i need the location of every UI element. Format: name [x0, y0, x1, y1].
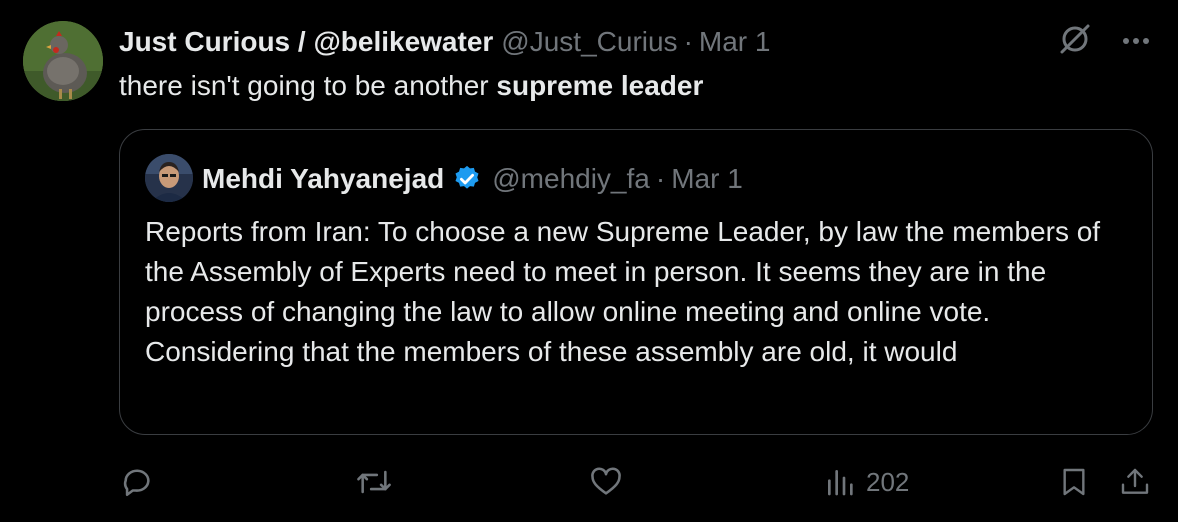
like-icon — [589, 465, 623, 499]
separator-dot: · — [683, 26, 693, 57]
share-button[interactable] — [1119, 460, 1151, 504]
action-bar: 202 — [0, 460, 1178, 504]
tweet-text-plain: there isn't going to be another — [119, 70, 497, 101]
chicken-avatar-icon — [23, 21, 103, 101]
views-button[interactable]: 202 — [824, 460, 909, 504]
quoted-author-handle[interactable]: @mehdiy_fa — [492, 163, 650, 195]
reply-button[interactable] — [120, 460, 154, 504]
author-display-name[interactable]: Just Curious / @belikewater — [119, 26, 493, 58]
tweet[interactable]: Just Curious / @belikewater @Just_Curius… — [0, 0, 1178, 522]
grok-icon[interactable] — [1058, 22, 1092, 61]
separator-dot: · — [655, 163, 666, 194]
views-count: 202 — [866, 466, 910, 497]
retweet-button[interactable] — [355, 460, 393, 504]
quoted-tweet-date[interactable]: Mar 1 — [671, 163, 743, 195]
retweet-icon — [355, 465, 393, 499]
bookmark-icon — [1058, 465, 1090, 499]
quoted-tweet[interactable]: Mehdi Yahyanejad @mehdiy_fa · Mar 1 Repo… — [119, 129, 1153, 435]
quoted-author-avatar[interactable] — [145, 154, 193, 202]
tweet-text: there isn't going to be another supreme … — [119, 68, 703, 104]
tweet-text-bold: supreme leader — [496, 70, 704, 101]
quoted-tweet-text: Reports from Iran: To choose a new Supre… — [145, 216, 1101, 367]
views-icon — [824, 466, 856, 498]
quoted-tweet-header: Mehdi Yahyanejad @mehdiy_fa · Mar 1 — [202, 161, 743, 197]
top-right-controls — [1058, 22, 1150, 61]
bookmark-button[interactable] — [1058, 460, 1090, 504]
share-icon — [1119, 465, 1151, 499]
verified-badge-icon[interactable] — [452, 164, 482, 194]
quoted-author-name[interactable]: Mehdi Yahyanejad — [202, 163, 444, 195]
tweet-header: Just Curious / @belikewater @Just_Curius… — [119, 25, 770, 59]
author-handle[interactable]: @Just_Curius — [501, 26, 677, 58]
reply-icon — [120, 465, 154, 499]
person-avatar-icon — [145, 154, 193, 202]
author-avatar[interactable] — [23, 21, 103, 101]
tweet-date[interactable]: Mar 1 — [699, 26, 771, 58]
like-button[interactable] — [589, 460, 623, 504]
more-options-icon[interactable] — [1122, 33, 1150, 51]
